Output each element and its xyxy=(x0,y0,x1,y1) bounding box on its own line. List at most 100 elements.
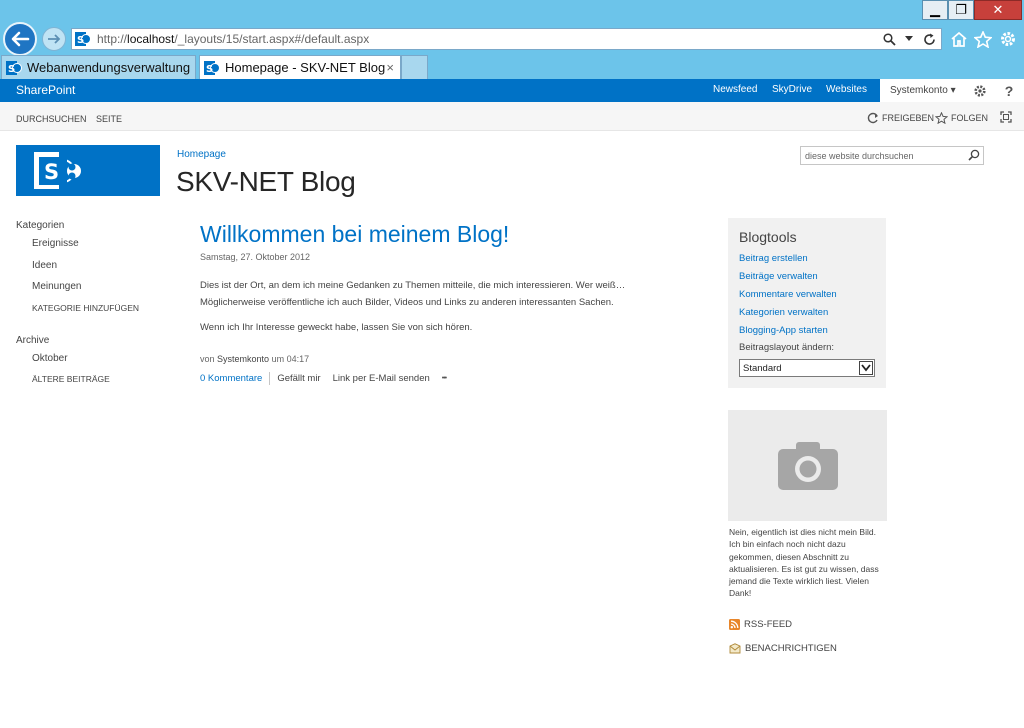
post-body-line: Dies ist der Ort, an dem ich meine Gedan… xyxy=(200,280,626,291)
share-icon xyxy=(867,112,878,124)
divider xyxy=(269,371,271,385)
post-author[interactable]: Systemkonto xyxy=(217,354,269,364)
post-byline: von Systemkonto um 04:17 xyxy=(200,354,309,364)
tools-gear-icon[interactable] xyxy=(998,29,1018,49)
site-search-input[interactable]: diese website durchsuchen xyxy=(800,146,984,165)
ribbon-tab-page[interactable]: SEITE xyxy=(96,114,122,124)
settings-gear-icon[interactable] xyxy=(966,79,994,102)
follow-label: FOLGEN xyxy=(951,113,989,123)
url-prefix: http:// xyxy=(97,32,128,46)
post-body-paragraph: Wenn ich Ihr Interesse geweckt habe, las… xyxy=(200,322,473,333)
suite-link-skydrive[interactable]: SkyDrive xyxy=(772,84,812,95)
add-category-link[interactable]: KATEGORIE HINZUFÜGEN xyxy=(32,303,139,313)
close-window-button[interactable]: ✕ xyxy=(974,0,1022,20)
share-label: FREIGEBEN xyxy=(882,113,935,123)
image-caption: Nein, eigentlich ist dies nicht mein Bil… xyxy=(729,527,879,599)
user-menu[interactable]: Systemkonto ▾ xyxy=(880,79,968,102)
site-title[interactable]: SKV-NET Blog xyxy=(176,166,356,198)
sharepoint-favicon-icon: S xyxy=(75,32,91,46)
url-path: /_layouts/15/start.aspx#/default.aspx xyxy=(174,32,370,46)
ribbon-tab-browse[interactable]: DURCHSUCHEN xyxy=(16,114,87,124)
sharepoint-logo-icon: S xyxy=(34,152,81,189)
focus-on-content-icon[interactable] xyxy=(1000,111,1012,123)
alert-label: BENACHRICHTIGEN xyxy=(745,643,837,654)
tab-webanwendungsverwaltung[interactable]: S Webanwendungsverwaltung xyxy=(1,55,196,79)
home-icon[interactable] xyxy=(949,29,969,49)
post-body-paragraph: Dies ist der Ort, an dem ich meine Gedan… xyxy=(200,277,670,311)
suite-link-websites[interactable]: Websites xyxy=(826,84,867,95)
url-host: localhost xyxy=(127,32,175,46)
camera-icon xyxy=(777,441,838,490)
refresh-icon[interactable] xyxy=(921,31,937,47)
suite-link-newsfeed[interactable]: Newsfeed xyxy=(713,84,757,95)
follow-button[interactable]: FOLGEN xyxy=(935,112,988,124)
envelope-icon xyxy=(729,643,741,654)
manage-categories-link[interactable]: Kategorien verwalten xyxy=(739,307,828,318)
chevron-down-icon: ▾ xyxy=(950,85,956,96)
tab-strip: S Webanwendungsverwaltung S Homepage - S… xyxy=(0,55,1024,79)
email-link[interactable]: Link per E-Mail senden xyxy=(333,373,430,384)
post-layout-select[interactable]: Standard xyxy=(739,359,875,377)
rss-label: RSS-FEED xyxy=(744,619,793,630)
maximize-button[interactable]: ❐ xyxy=(948,0,974,20)
help-icon[interactable]: ? xyxy=(994,79,1024,102)
arrow-left-icon xyxy=(11,31,30,47)
dropdown-icon[interactable] xyxy=(901,31,917,47)
comments-link[interactable]: 0 Kommentare xyxy=(200,373,262,384)
ribbon: DURCHSUCHEN SEITE FREIGEBEN FOLGEN xyxy=(0,102,1024,131)
browser-chrome: ▁ ❐ ✕ S http://localhost/_layouts/15/sta… xyxy=(0,0,1024,79)
post-title[interactable]: Willkommen bei meinem Blog! xyxy=(200,221,509,248)
nav-item-ideen[interactable]: Ideen xyxy=(32,260,57,271)
nav-item-oktober[interactable]: Oktober xyxy=(32,353,68,364)
search-icon[interactable] xyxy=(968,149,980,163)
rss-icon xyxy=(729,619,740,630)
manage-comments-link[interactable]: Kommentare verwalten xyxy=(739,289,837,300)
sharepoint-favicon-icon: S xyxy=(204,60,220,75)
byline-prefix: von xyxy=(200,354,215,364)
address-url[interactable]: http://localhost/_layouts/15/start.aspx#… xyxy=(97,32,881,46)
layout-label: Beitragslayout ändern: xyxy=(739,342,835,353)
rss-feed-link[interactable]: RSS-FEED xyxy=(729,619,792,630)
site-logo[interactable]: S xyxy=(16,145,160,196)
older-posts-link[interactable]: ÄLTERE BEITRÄGE xyxy=(32,374,110,384)
forward-button[interactable] xyxy=(42,27,66,51)
post-actions: 0 Kommentare Gefällt mir Link per E-Mail… xyxy=(200,371,447,385)
sharepoint-brand[interactable]: SharePoint xyxy=(16,83,75,97)
tab-label: Webanwendungsverwaltung xyxy=(27,60,191,75)
search-placeholder: diese website durchsuchen xyxy=(805,151,914,161)
address-bar[interactable]: S http://localhost/_layouts/15/start.asp… xyxy=(71,28,942,50)
post-date: Samstag, 27. Oktober 2012 xyxy=(200,252,311,262)
breadcrumb[interactable]: Homepage xyxy=(177,149,226,160)
nav-item-ereignisse[interactable]: Ereignisse xyxy=(32,238,79,249)
svg-text:S: S xyxy=(206,64,213,75)
search-icon[interactable] xyxy=(881,31,897,47)
star-icon xyxy=(935,112,948,124)
launch-blogging-app-link[interactable]: Blogging-App starten xyxy=(739,325,828,336)
chevron-down-icon[interactable] xyxy=(859,361,873,375)
more-options-icon[interactable]: ••• xyxy=(442,375,447,382)
create-post-link[interactable]: Beitrag erstellen xyxy=(739,253,808,264)
favorites-star-icon[interactable] xyxy=(973,29,993,49)
nav-header-categories[interactable]: Kategorien xyxy=(16,220,64,231)
minimize-button[interactable]: ▁ xyxy=(922,0,948,20)
suite-bar: SharePoint Newsfeed SkyDrive Websites Sy… xyxy=(0,79,1024,102)
tab-label: Homepage - SKV-NET Blog xyxy=(225,60,386,75)
manage-posts-link[interactable]: Beiträge verwalten xyxy=(739,271,818,282)
nav-item-meinungen[interactable]: Meinungen xyxy=(32,281,81,292)
post-body-line: Möglicherweise veröffentliche ich auch B… xyxy=(200,297,614,308)
share-button[interactable]: FREIGEBEN xyxy=(867,112,934,124)
image-placeholder xyxy=(728,410,887,521)
nav-header-archive[interactable]: Archive xyxy=(16,335,49,346)
alert-me-link[interactable]: BENACHRICHTIGEN xyxy=(729,643,837,654)
back-button[interactable] xyxy=(3,22,37,56)
layout-value: Standard xyxy=(743,363,782,374)
new-tab-button[interactable] xyxy=(401,55,428,79)
svg-text:S: S xyxy=(44,160,59,184)
tab-homepage-skv-net-blog[interactable]: S Homepage - SKV-NET Blog × xyxy=(199,55,401,79)
byline-time: um 04:17 xyxy=(271,354,310,364)
sharepoint-favicon-icon: S xyxy=(6,60,22,75)
tab-close-icon[interactable]: × xyxy=(386,60,394,75)
like-link[interactable]: Gefällt mir xyxy=(277,373,320,384)
blogtools-title: Blogtools xyxy=(739,229,797,245)
blogtools-panel: Blogtools Beitrag erstellen Beiträge ver… xyxy=(728,218,886,388)
